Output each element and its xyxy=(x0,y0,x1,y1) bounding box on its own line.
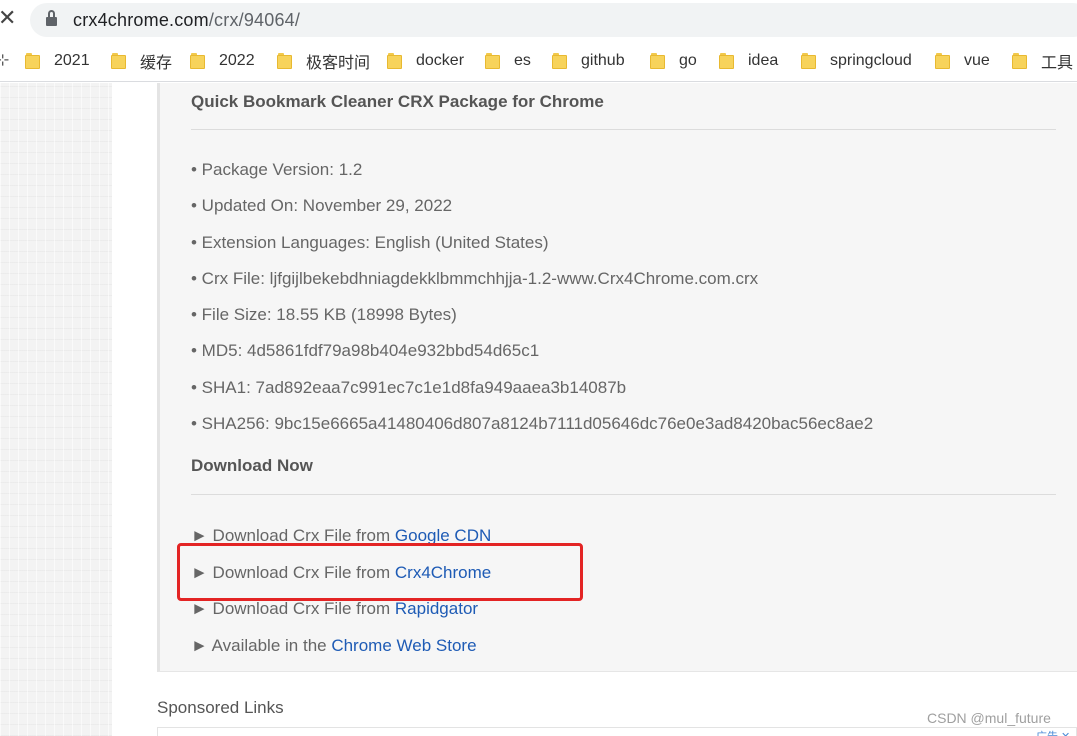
watermark: CSDN @mul_future xyxy=(927,710,1051,726)
chrome-web-store-link[interactable]: Chrome Web Store xyxy=(331,636,476,655)
bookmark-label: vue xyxy=(964,52,990,69)
annotation-highlight-box xyxy=(177,543,583,601)
download-rapidgator-link[interactable]: Rapidgator xyxy=(395,599,478,618)
bookmark-label: es xyxy=(514,52,531,69)
side-background xyxy=(0,83,112,736)
bookmark-label: 2022 xyxy=(219,52,255,69)
info-sha1: • SHA1: 7ad892eaa7c991ec7c1e1d8fa949aaea… xyxy=(191,377,627,397)
ad-container xyxy=(157,727,1077,736)
bookmark-folder-go[interactable]: go xyxy=(650,50,697,72)
package-title: Quick Bookmark Cleaner CRX Package for C… xyxy=(191,92,604,111)
bookmark-folder-2022[interactable]: 2022 xyxy=(190,50,255,72)
bookmark-folder-tools[interactable]: 工具 xyxy=(1012,50,1073,72)
download-item: ► Download Crx File from Rapidgator xyxy=(191,597,491,634)
folder-icon xyxy=(25,53,40,69)
bookmark-folder-github[interactable]: github xyxy=(552,50,625,72)
bookmark-label: 极客时间 xyxy=(306,55,371,72)
bookmark-label: 缓存 xyxy=(140,55,173,72)
bookmark-label: idea xyxy=(748,52,779,69)
info-updated: • Updated On: November 29, 2022 xyxy=(191,196,453,216)
ad-tag[interactable]: 广告 ✕ xyxy=(1036,728,1070,736)
url-field[interactable]: crx4chrome.com/crx/94064/ xyxy=(30,3,1077,37)
divider xyxy=(191,129,1056,130)
folder-icon xyxy=(801,53,816,69)
info-crx-file: • Crx File: ljfgijlbekebdhniagdekklbmmch… xyxy=(191,268,759,288)
bookmark-folder-idea[interactable]: idea xyxy=(719,50,778,72)
close-icon[interactable]: ✕ xyxy=(0,4,16,34)
bookmark-folder-springcloud[interactable]: springcloud xyxy=(801,50,912,72)
folder-icon xyxy=(650,53,665,69)
address-bar: ✕ crx4chrome.com/crx/94064/ xyxy=(0,0,1077,40)
bookmark-label: springcloud xyxy=(830,52,912,69)
divider xyxy=(191,494,1056,495)
info-version: • Package Version: 1.2 xyxy=(191,160,363,179)
bookmark-folder-cache[interactable]: 缓存 xyxy=(111,50,172,72)
folder-icon xyxy=(277,53,292,69)
lock-icon[interactable] xyxy=(46,10,57,26)
bookmark-label: 2021 xyxy=(54,52,90,69)
folder-icon xyxy=(552,53,567,69)
folder-icon xyxy=(387,53,402,69)
info-sha256: • SHA256: 9bc15e6665a41480406d807a8124b7… xyxy=(191,414,874,434)
bookmark-label: 工具 xyxy=(1041,55,1074,72)
download-prefix: ► Download Crx File from xyxy=(191,599,395,619)
folder-icon xyxy=(719,53,734,69)
bookmarks-bar: ⊹ 2021 缓存 2022 极客时间 docker es github go … xyxy=(0,40,1077,82)
info-md5: • MD5: 4d5861fdf79a98b404e932bbd54d65c1 xyxy=(191,341,540,361)
page-content: Quick Bookmark Cleaner CRX Package for C… xyxy=(0,83,1077,736)
bookmarks-overflow-icon[interactable]: ⊹ xyxy=(0,50,9,70)
package-info-list: • Package Version: 1.2 • Updated On: Nov… xyxy=(191,158,873,448)
bookmark-label: github xyxy=(581,52,625,69)
info-languages: • Extension Languages: English (United S… xyxy=(191,232,549,252)
download-prefix: ► Available in the xyxy=(191,635,332,655)
bookmark-folder-vue[interactable]: vue xyxy=(935,50,990,72)
folder-icon xyxy=(485,53,500,69)
bookmark-folder-docker[interactable]: docker xyxy=(387,50,464,72)
url-text: crx4chrome.com/crx/94064/ xyxy=(73,10,300,30)
bookmark-label: docker xyxy=(416,52,465,69)
bookmark-folder-es[interactable]: es xyxy=(485,50,531,72)
download-now-heading: Download Now xyxy=(191,456,313,475)
download-item: ► Available in the Chrome Web Store xyxy=(191,634,491,671)
bookmark-folder-geektime[interactable]: 极客时间 xyxy=(277,50,370,72)
folder-icon xyxy=(1012,53,1027,69)
folder-icon xyxy=(935,53,950,69)
sponsored-links-heading: Sponsored Links xyxy=(157,698,284,717)
bookmark-label: go xyxy=(679,52,697,69)
folder-icon xyxy=(111,53,126,69)
url-path: /crx/94064/ xyxy=(208,10,301,30)
url-host: crx4chrome.com xyxy=(73,10,209,30)
folder-icon xyxy=(190,53,205,69)
info-file-size: • File Size: 18.55 KB (18998 Bytes) xyxy=(191,305,457,325)
bookmark-folder-2021[interactable]: 2021 xyxy=(25,50,90,72)
